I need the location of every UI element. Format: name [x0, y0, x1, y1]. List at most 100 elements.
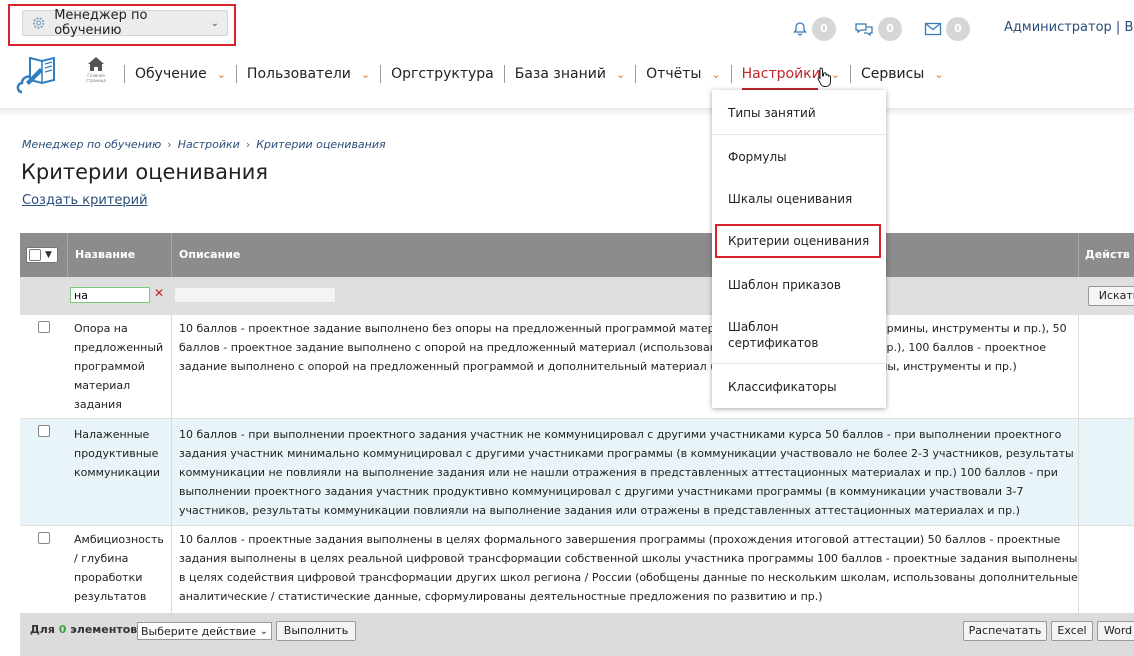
nav-divider	[380, 65, 382, 83]
bulk-prefix: Для	[30, 623, 55, 636]
row-checkbox[interactable]	[38, 321, 50, 333]
nav-item-knowledge-base[interactable]: База знаний ⌄	[515, 66, 625, 82]
table-row[interactable]: Амбициозность / глубина проработки резул…	[20, 526, 1134, 613]
nav-item-services[interactable]: Сервисы ⌄	[861, 66, 944, 82]
create-criterion-link[interactable]: Создать критерий	[22, 193, 148, 208]
nav-item-learning[interactable]: Обучение ⌄	[135, 66, 226, 82]
bell-count-badge: 0	[812, 17, 836, 41]
criterion-description: 10 баллов - проектные задания выполнены …	[179, 533, 1078, 603]
bulk-actions-label: Для 0 элементов:	[30, 623, 142, 636]
row-checkbox[interactable]	[38, 532, 50, 544]
bulk-actions-bar: Для 0 элементов: Выберите действие ⌄ Вып…	[20, 613, 1134, 656]
nav-divider	[124, 65, 125, 83]
gear-icon	[32, 17, 45, 29]
home-icon	[88, 57, 104, 71]
word-button[interactable]: Word	[1097, 621, 1134, 641]
execute-button[interactable]: Выполнить	[276, 621, 356, 641]
nav-divider	[635, 65, 637, 83]
criterion-description: 10 баллов - при выполнении проектного за…	[179, 428, 1074, 517]
header-shadow	[0, 108, 1134, 116]
table-header: ▼ Название Описание Действ	[20, 233, 1134, 277]
criterion-description: 10 баллов - проектное задание выполнено …	[179, 322, 1067, 373]
column-header-description[interactable]: Описание	[171, 233, 240, 277]
bulk-suffix: элементов:	[70, 623, 142, 636]
messages-mail[interactable]: 0	[924, 16, 970, 42]
nav-item-label: Оргструктура	[391, 66, 494, 82]
column-divider	[171, 419, 172, 525]
column-header-name[interactable]: Название	[67, 233, 172, 277]
home-label: Главная страница	[86, 73, 106, 83]
messages-chat[interactable]: 0	[854, 16, 902, 42]
print-button[interactable]: Распечатать	[963, 621, 1047, 641]
bell-icon	[793, 22, 807, 36]
bulk-action-select[interactable]: Выберите действие ⌄	[137, 622, 272, 640]
breadcrumb-item[interactable]: Менеджер по обучению	[22, 138, 161, 151]
column-header-actions: Действ	[1078, 233, 1130, 277]
page-title: Критерии оценивания	[21, 160, 269, 184]
breadcrumb-separator: ›	[245, 138, 251, 151]
chevron-down-icon: ⌄	[216, 67, 226, 81]
search-button[interactable]: Искать	[1088, 286, 1134, 306]
column-divider	[171, 526, 172, 613]
menu-item-grading-scales[interactable]: Шкалы оценивания	[728, 191, 852, 207]
table-row[interactable]: Налаженные продуктивные коммуникации 10 …	[20, 419, 1134, 525]
nav-item-label: Настройки	[741, 66, 821, 82]
menu-divider	[712, 134, 886, 135]
select-all-dropdown[interactable]: ▼	[26, 247, 58, 263]
nav-divider	[730, 65, 732, 83]
settings-dropdown-menu: Типы занятий Формулы Шкалы оценивания Кр…	[712, 90, 886, 408]
chat-count-badge: 0	[878, 17, 902, 41]
table-row[interactable]: Опора на предложенный программой материа…	[20, 315, 1134, 418]
menu-item-certificate-templates[interactable]: Шаблон сертификатов	[728, 319, 824, 351]
clear-filter-icon[interactable]: ✕	[154, 286, 164, 300]
logo-icon[interactable]	[16, 52, 68, 96]
description-filter-input[interactable]	[174, 287, 336, 303]
nav-item-reports[interactable]: Отчёты ⌄	[646, 66, 721, 82]
breadcrumb-separator: ›	[167, 138, 172, 151]
bulk-action-select-value: Выберите действие	[141, 625, 256, 638]
nav-divider	[503, 65, 505, 83]
menu-item-grading-criteria[interactable]: Критерии оценивания	[728, 233, 869, 249]
criterion-name: Опора на предложенный программой материа…	[74, 322, 164, 411]
chevron-down-icon: ⌄	[259, 626, 268, 637]
excel-button[interactable]: Excel	[1051, 621, 1093, 641]
menu-item-lesson-types[interactable]: Типы занятий	[728, 105, 816, 121]
chevron-down-icon: ⌄	[210, 17, 219, 29]
hand-cursor-icon	[817, 67, 831, 87]
role-selector-label: Менеджер по обучению	[54, 8, 148, 38]
caret-down-icon: ▼	[45, 250, 52, 260]
menu-item-order-templates[interactable]: Шаблон приказов	[728, 277, 841, 293]
breadcrumb-item[interactable]: Настройки	[178, 138, 240, 151]
criterion-name: Амбициозность / глубина проработки резул…	[74, 533, 164, 603]
chevron-down-icon: ⌄	[360, 67, 371, 81]
nav-item-orgstructure[interactable]: Оргструктура	[391, 66, 494, 82]
breadcrumb-item[interactable]: Критерии оценивания	[256, 138, 385, 151]
nav-item-users[interactable]: Пользователи ⌄	[247, 66, 370, 82]
nav-divider	[235, 65, 237, 83]
nav-item-label: Пользователи	[246, 66, 351, 82]
selected-count: 0	[58, 623, 67, 636]
nav-item-label: Обучение	[135, 66, 207, 82]
mail-icon	[924, 22, 942, 36]
criterion-name: Налаженные продуктивные коммуникации	[74, 428, 160, 479]
chevron-down-icon: ⌄	[934, 67, 944, 81]
chevron-down-icon: ⌄	[615, 67, 626, 81]
nav-item-label: База знаний	[514, 66, 606, 82]
menu-item-formulas[interactable]: Формулы	[728, 149, 787, 165]
filter-row: ✕ Искать	[20, 277, 1134, 315]
chat-icon	[855, 23, 873, 37]
nav-divider	[849, 65, 851, 83]
name-filter-input[interactable]	[70, 287, 150, 303]
nav-item-label: Сервисы	[860, 66, 925, 82]
row-checkbox[interactable]	[38, 425, 50, 437]
select-all-checkbox[interactable]	[29, 249, 41, 261]
user-menu[interactable]: Администратор | Вы	[1004, 20, 1134, 35]
breadcrumb: Менеджер по обучению › Настройки › Критерии …	[22, 138, 386, 151]
nav-item-label: Отчёты	[646, 66, 702, 82]
notifications-bell[interactable]: 0	[792, 16, 836, 42]
home-link[interactable]: Главная страница	[84, 56, 108, 90]
menu-item-classifiers[interactable]: Классификаторы	[728, 379, 837, 395]
role-selector[interactable]: Менеджер по обучению ⌄	[22, 8, 228, 38]
column-divider	[171, 315, 172, 418]
chevron-down-icon: ⌄	[830, 67, 840, 81]
